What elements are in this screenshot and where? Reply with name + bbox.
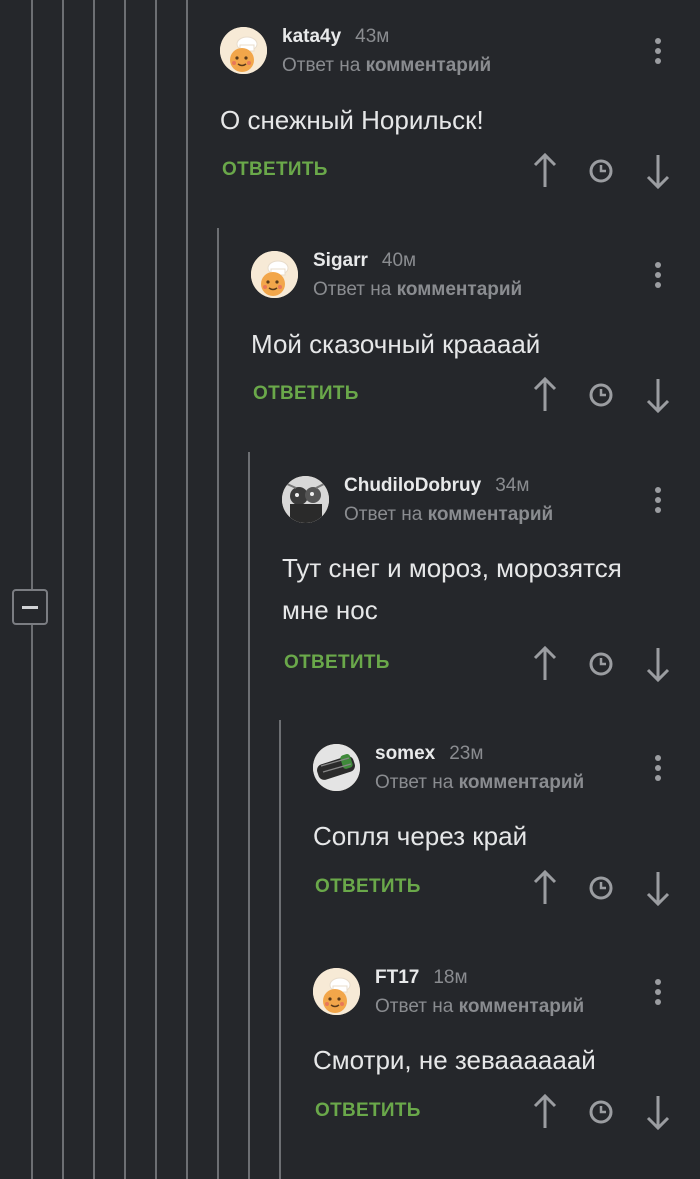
comment-username[interactable]: somex 23м [375, 743, 483, 765]
downvote-arrow-icon[interactable] [643, 151, 673, 191]
thread-line[interactable] [248, 452, 250, 1179]
comment-time: 43м [355, 26, 390, 47]
reply-button[interactable]: ОТВЕТИТЬ [222, 159, 328, 181]
clock-icon[interactable] [586, 1092, 616, 1132]
thread-line[interactable] [186, 0, 188, 1179]
reply-button[interactable]: ОТВЕТИТЬ [315, 876, 421, 898]
clock-icon[interactable] [586, 151, 616, 191]
more-options-icon[interactable] [648, 31, 668, 71]
cable-photo-avatar[interactable] [313, 744, 360, 791]
upvote-arrow-icon[interactable] [530, 375, 560, 415]
comment-text: Смотри, не зеваааааай [313, 1045, 596, 1075]
more-options-icon[interactable] [648, 748, 668, 788]
chef-cookie-avatar[interactable] [220, 27, 267, 74]
thread-line[interactable] [155, 0, 157, 1179]
comment-text: Сопля через край [313, 821, 528, 851]
chef-cookie-avatar[interactable] [251, 251, 298, 298]
reply-button[interactable]: ОТВЕТИТЬ [284, 652, 390, 674]
comment-username[interactable]: FT17 18м [375, 967, 468, 989]
reply-to-link[interactable]: Ответ на комментарий [344, 504, 553, 526]
downvote-arrow-icon[interactable] [643, 868, 673, 908]
downvote-arrow-icon[interactable] [643, 375, 673, 415]
reply-button[interactable]: ОТВЕТИТЬ [315, 1100, 421, 1122]
reply-to-link[interactable]: Ответ на комментарий [282, 55, 491, 77]
comment-actions: ОТВЕТИТЬ [220, 151, 680, 191]
comment-text: Тут снег и мороз, морозятся мне нос [282, 553, 622, 625]
upvote-arrow-icon[interactable] [530, 868, 560, 908]
comment-time: 34м [495, 475, 530, 496]
more-options-icon[interactable] [648, 972, 668, 1012]
comment-actions: ОТВЕТИТЬ [282, 644, 680, 684]
more-options-icon[interactable] [648, 255, 668, 295]
comments-thread: kata4y 43м Ответ на комментарий О снежный… [0, 0, 700, 1179]
comment-actions: ОТВЕТИТЬ [313, 868, 680, 908]
collapse-thread-button[interactable] [12, 589, 48, 625]
minus-icon [22, 605, 38, 609]
reply-button[interactable]: ОТВЕТИТЬ [253, 383, 359, 405]
thread-line[interactable] [62, 0, 64, 1179]
clock-icon[interactable] [586, 644, 616, 684]
thread-line[interactable] [93, 0, 95, 1179]
comment-time: 23м [449, 743, 484, 764]
clock-icon[interactable] [586, 375, 616, 415]
comment-time: 40м [381, 250, 417, 271]
thread-line[interactable] [279, 720, 281, 1179]
upvote-arrow-icon[interactable] [530, 151, 560, 191]
clock-icon[interactable] [586, 868, 616, 908]
comment-text: Мой сказочный краааай [251, 329, 541, 359]
comment-text: О снежный Норильск! [220, 105, 484, 135]
reply-to-link[interactable]: Ответ на комментарий [375, 772, 584, 794]
comment-username[interactable]: ChudiloDobruy 34м [344, 475, 529, 497]
thread-line[interactable] [124, 0, 126, 1179]
thread-line[interactable] [217, 228, 219, 1179]
upvote-arrow-icon[interactable] [530, 644, 560, 684]
reply-to-link[interactable]: Ответ на комментарий [375, 996, 584, 1018]
comment-actions: ОТВЕТИТЬ [313, 1092, 680, 1132]
upvote-arrow-icon[interactable] [530, 1092, 560, 1132]
comment-username[interactable]: kata4y 43м [282, 26, 389, 48]
downvote-arrow-icon[interactable] [643, 1092, 673, 1132]
reply-to-link[interactable]: Ответ на комментарий [313, 279, 522, 301]
monochrome-photo-avatar[interactable] [282, 476, 329, 523]
downvote-arrow-icon[interactable] [643, 644, 673, 684]
more-options-icon[interactable] [648, 480, 668, 520]
comment-time: 18м [433, 967, 468, 988]
comment-actions: ОТВЕТИТЬ [251, 375, 680, 415]
chef-cookie-avatar[interactable] [313, 968, 360, 1015]
comment-username[interactable]: Sigarr 40м [313, 250, 416, 272]
